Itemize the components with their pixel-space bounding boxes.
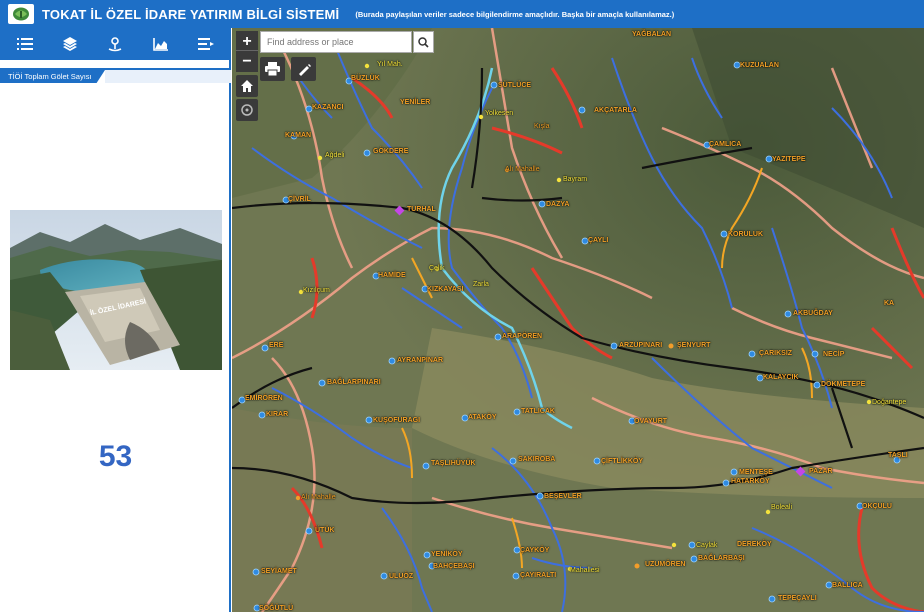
map-view[interactable]: YAĞBALAN KUZUALAN Yıl Mah. BÜZLÜK SÜTLÜCE YEN… xyxy=(232,28,924,612)
place-label: ŞENYURT xyxy=(677,342,711,349)
total-pond-count: 53 xyxy=(98,440,133,473)
place-label: ÇAYKÖY xyxy=(520,547,550,554)
app-root: TOKAT İL ÖZEL İDARE YATIRIM BİLGİ SİSTEM… xyxy=(0,0,924,612)
place-label: ULUÖZ xyxy=(389,573,414,580)
place-label: KUZUALAN xyxy=(740,62,779,69)
place-label: TEPEÇAYLI xyxy=(778,595,817,602)
print-icon[interactable] xyxy=(260,57,285,81)
place-label: TURHAL xyxy=(407,206,436,213)
place-label: Çelik xyxy=(429,265,445,272)
place-label: Caylak xyxy=(696,542,718,549)
place-label: KIZKAYASI xyxy=(427,286,464,293)
province-emblem-icon xyxy=(8,4,34,24)
layers-icon[interactable] xyxy=(55,31,85,57)
place-label: AKÇATARLA xyxy=(594,107,637,114)
app-title: TOKAT İL ÖZEL İDARE YATIRIM BİLGİ SİSTEM… xyxy=(42,6,340,22)
place-label: DEREKÖY xyxy=(737,541,772,548)
widget-toolbar xyxy=(0,28,231,60)
place-label: DAZYA xyxy=(546,201,570,208)
place-label: Doğantepe xyxy=(872,399,907,406)
place-label: KIRAR xyxy=(266,411,289,418)
place-label: AKBUĞDAY xyxy=(793,310,833,317)
home-icon[interactable] xyxy=(236,75,258,97)
place-label: Mahallesi xyxy=(570,567,600,574)
place-label: SAKIROBA xyxy=(518,456,556,463)
search-input[interactable] xyxy=(261,32,411,52)
place-label: YENİLER xyxy=(400,99,431,106)
place-label: MENTEŞE xyxy=(739,469,773,476)
place-label: ÜTÜK xyxy=(315,527,335,534)
zoom-out-button[interactable]: − xyxy=(236,50,258,72)
place-label: ÇAYIRALTI xyxy=(520,572,557,579)
place-label: Alı Mahalle xyxy=(301,494,336,501)
query-list-icon[interactable] xyxy=(191,31,221,57)
place-label: BÜZLÜK xyxy=(351,75,380,82)
locate-icon[interactable] xyxy=(236,99,258,121)
place-label: Yıl Mah. xyxy=(377,61,403,68)
address-search xyxy=(260,31,412,53)
place-label: BAHÇEBAŞI xyxy=(433,563,475,570)
place-label: DÖKMETEPE xyxy=(821,381,866,388)
place-label: Zarla xyxy=(473,281,489,288)
place-label: Kızılçum xyxy=(303,287,330,294)
place-label: ARAPÖREN xyxy=(502,333,543,340)
place-label: EMİRÖREN xyxy=(245,395,283,402)
place-label: HAMİDE xyxy=(378,272,406,279)
place-label: Kışla xyxy=(534,123,550,130)
panel-tab-strip xyxy=(105,70,231,83)
place-label: ÇARIKSIZ xyxy=(759,350,793,357)
place-label: ARZUPINARI xyxy=(619,342,663,349)
place-label: KORULUK xyxy=(728,231,763,238)
place-label: Yolkesen xyxy=(485,110,514,117)
place-label: ÇAYLI xyxy=(588,237,609,244)
place-label: SÖĞÜTLÜ xyxy=(259,605,294,612)
place-label: OVAYURT xyxy=(634,418,668,425)
place-label: ERE xyxy=(269,342,284,349)
place-label: Alı Mahalle xyxy=(505,166,540,173)
place-label: HATARKÖY xyxy=(731,478,770,485)
place-label: BALLICA xyxy=(832,582,863,589)
place-label: UZUMÖREN xyxy=(645,561,686,568)
place-label: PAZAR xyxy=(809,468,833,475)
place-label: OKÇULU xyxy=(862,503,892,510)
place-label: Bayram xyxy=(563,176,588,183)
panel-tab[interactable]: TİÖİ Toplam Gölet Sayısı xyxy=(0,70,105,83)
place-label: YAZITEPE xyxy=(772,156,806,163)
map-basemap xyxy=(232,28,924,612)
place-label: KAZANCI xyxy=(312,104,344,111)
place-label: BEŞEVLER xyxy=(544,493,582,500)
place-label: NECİP xyxy=(823,351,845,358)
place-label: ÇİVRİL xyxy=(288,196,311,203)
pond-photo: İL ÖZEL İDARESİ xyxy=(10,210,222,370)
place-label: ÇAMLICA xyxy=(709,141,742,148)
app-header: TOKAT İL ÖZEL İDARE YATIRIM BİLGİ SİSTEM… xyxy=(0,0,924,28)
place-label: TAŞLIHÜYÜK xyxy=(431,460,476,467)
place-label: SEYİAMET xyxy=(261,568,297,575)
place-label: YENİKÖY xyxy=(431,551,463,558)
side-panel: TİÖİ Toplam Gölet Sayısı İL ÖZEL İDARESİ xyxy=(0,60,231,612)
place-label: BAĞLARPINARI xyxy=(327,379,381,386)
bookmark-pin-icon[interactable] xyxy=(100,31,130,57)
place-label: TATLICAK xyxy=(521,408,555,415)
measure-icon[interactable] xyxy=(291,57,316,81)
place-label: ATAKÖY xyxy=(468,414,497,421)
place-label: AYRANPINAR xyxy=(397,357,444,364)
disclaimer-note: (Burada paylaşılan veriler sadece bilgil… xyxy=(355,9,675,19)
place-label: KALAYCIK xyxy=(763,374,799,381)
place-label: TAŞLI xyxy=(888,452,908,459)
chart-icon[interactable] xyxy=(146,31,176,57)
list-icon[interactable] xyxy=(10,31,40,57)
place-label: BAĞLARBAŞI xyxy=(698,555,745,562)
place-label: KUŞOFURAGI xyxy=(373,417,421,424)
place-label: YAĞBALAN xyxy=(632,31,672,38)
place-label: Boleali xyxy=(771,504,793,511)
place-label: KA xyxy=(884,300,895,307)
place-label: Ağdeli xyxy=(325,152,345,159)
search-icon[interactable] xyxy=(413,31,434,53)
place-label: SÜTLÜCE xyxy=(498,82,532,89)
place-label: ÇİFTLİKKÖY xyxy=(601,458,643,465)
place-label: KAMAN xyxy=(285,132,312,139)
place-label: GÖKDERE xyxy=(373,148,409,155)
